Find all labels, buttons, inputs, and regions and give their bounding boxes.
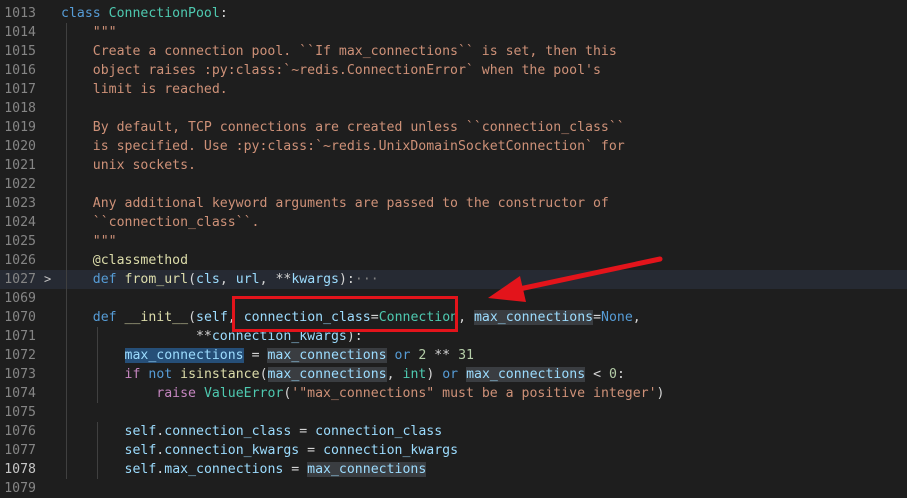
annotation-arrow-icon: [488, 256, 663, 302]
